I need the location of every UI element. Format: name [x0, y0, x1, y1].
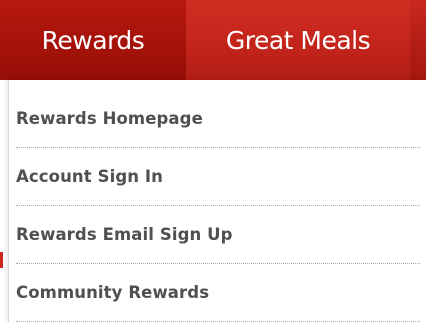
menu-item-rewards-email-sign-up[interactable]: Rewards Email Sign Up: [16, 206, 420, 264]
tab-great-meals[interactable]: Great Meals: [186, 0, 410, 80]
menu-item-account-sign-in[interactable]: Account Sign In: [16, 148, 420, 206]
menu-item-label: Rewards Homepage: [16, 109, 203, 128]
menu-item-community-rewards[interactable]: Community Rewards: [16, 264, 420, 322]
menu-item-rewards-homepage[interactable]: Rewards Homepage: [16, 90, 420, 148]
tab-rewards-label: Rewards: [41, 25, 145, 55]
tab-great-meals-label: Great Meals: [225, 25, 371, 55]
menu-item-label: Account Sign In: [16, 167, 164, 186]
top-navigation-bar: Rewards Great Meals: [0, 0, 426, 80]
page-edge-accent: [0, 252, 3, 268]
page-background-edge: [0, 80, 8, 322]
tab-rewards[interactable]: Rewards: [0, 0, 186, 80]
nav-overflow: [410, 0, 426, 80]
menu-item-label: Community Rewards: [16, 283, 210, 302]
menu-item-label: Rewards Email Sign Up: [16, 225, 233, 244]
